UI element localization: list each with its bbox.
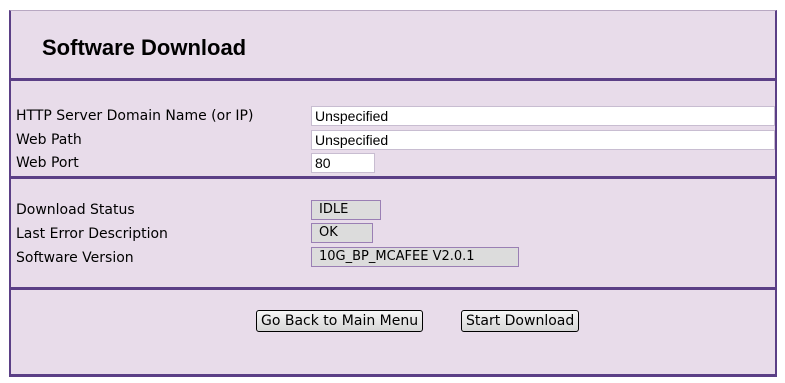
web-port-input[interactable] xyxy=(311,153,375,173)
download-status-value: IDLE xyxy=(311,200,381,220)
section-divider xyxy=(11,176,775,179)
software-version-value: 10G_BP_MCAFEE V2.0.1 xyxy=(311,247,519,267)
section-divider xyxy=(11,287,775,290)
software-download-panel: Software Download HTTP Server Domain Nam… xyxy=(9,10,777,377)
domain-label: HTTP Server Domain Name (or IP) xyxy=(16,108,254,124)
web-port-label: Web Port xyxy=(16,155,79,171)
back-to-main-menu-button[interactable]: Go Back to Main Menu xyxy=(256,310,424,332)
web-path-label: Web Path xyxy=(16,132,82,148)
download-status-label: Download Status xyxy=(16,202,135,218)
software-version-label: Software Version xyxy=(16,250,134,266)
section-divider xyxy=(11,78,775,81)
page-title: Software Download xyxy=(42,35,247,60)
last-error-label: Last Error Description xyxy=(16,226,168,242)
domain-input[interactable] xyxy=(311,106,775,126)
web-path-input[interactable] xyxy=(311,130,775,150)
start-download-button[interactable]: Start Download xyxy=(461,310,580,332)
last-error-value: OK xyxy=(311,223,373,243)
